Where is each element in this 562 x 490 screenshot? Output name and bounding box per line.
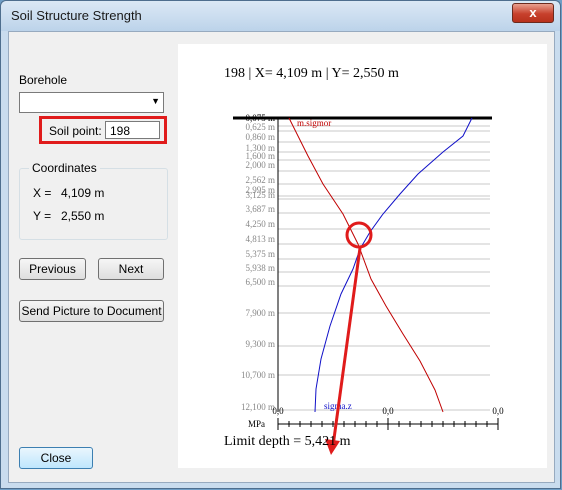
borehole-dropdown[interactable]: ▼ (19, 92, 164, 113)
y-coordinate-label: Y = (33, 209, 52, 223)
depth-label: 6,500 m (245, 277, 275, 287)
depth-label: 2,000 m (245, 160, 275, 170)
soil-strength-plot: 0,075 m 0,625 m 0,860 m 1,300 m 1,600 m … (233, 113, 504, 455)
coordinates-group (19, 168, 168, 240)
stress-unit-label: MPa (248, 419, 265, 429)
chevron-down-icon: ▼ (151, 96, 160, 106)
depth-label: 2,562 m (245, 175, 275, 185)
soil-point-label: Soil point: (49, 124, 102, 138)
depth-grid (278, 125, 490, 411)
depth-label: 12,100 m (241, 402, 275, 412)
soil-point-input[interactable]: 198 (105, 121, 160, 139)
dialog-window: Soil Structure Strength x Borehole ▼ Soi… (0, 0, 561, 489)
depth-label: 4,250 m (245, 219, 275, 229)
depth-label: 7,900 m (245, 308, 275, 318)
stress-tick-label: 0,0 (382, 406, 394, 416)
sigma-z-curve (314, 117, 473, 413)
send-picture-button[interactable]: Send Picture to Document (19, 300, 164, 322)
intersection-highlight-circle (345, 221, 373, 249)
soil-strength-plot-panel: 198 | X= 4,109 m | Y= 2,550 m 0,625 m 0,… (178, 44, 547, 468)
previous-button[interactable]: Previous (19, 258, 86, 280)
y-coordinate-value: 2,550 m (61, 209, 105, 223)
m-sigmor-label: m.sigmor (297, 118, 331, 128)
limit-depth-text: Limit depth = 5,421 m (224, 434, 351, 449)
dialog-client-area: Borehole ▼ Soil point: 198 Coordinates X… (8, 31, 555, 483)
depth-label: 4,813 m (245, 234, 275, 244)
title-bar: Soil Structure Strength x (1, 1, 560, 31)
depth-label: 5,938 m (245, 263, 275, 273)
stress-axis-ticks (277, 418, 499, 430)
depth-label: 10,700 m (241, 370, 275, 380)
m-sigmor-curve (288, 117, 444, 413)
window-title: Soil Structure Strength (11, 8, 142, 23)
stress-tick-label: 0,0 (492, 406, 504, 416)
depth-label: 3,125 m (245, 190, 275, 200)
stress-tick-label: 0,0 (272, 406, 284, 416)
coordinates-group-title: Coordinates (29, 161, 100, 175)
stress-tick-labels: 0,0 0,0 0,0 (272, 406, 504, 416)
depth-label: 0,860 m (245, 132, 275, 142)
close-button[interactable]: Close (19, 447, 93, 469)
x-coordinate-label: X = (33, 186, 52, 200)
window-close-button[interactable]: x (512, 3, 554, 23)
depth-label: 3,687 m (245, 204, 275, 214)
depth-label: 5,375 m (245, 249, 275, 259)
depth-label: 0,625 m (245, 122, 275, 132)
depth-labels: 0,075 m 0,625 m 0,860 m 1,300 m 1,600 m … (241, 113, 275, 412)
depth-label: 9,300 m (245, 339, 275, 349)
next-button[interactable]: Next (98, 258, 164, 280)
x-coordinate-value: 4,109 m (61, 186, 105, 200)
borehole-label: Borehole (19, 73, 68, 87)
limit-depth-arrow-shaft (331, 247, 362, 447)
